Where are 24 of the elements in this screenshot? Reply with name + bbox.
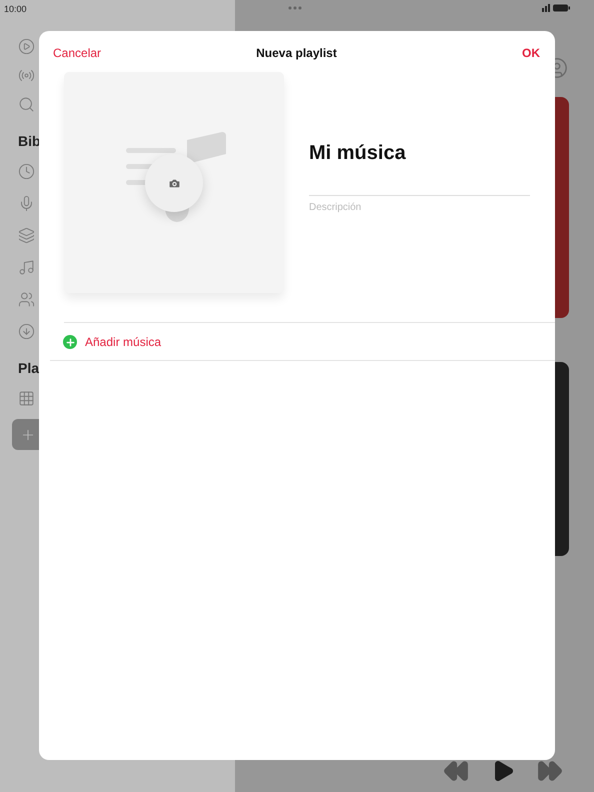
cancel-button[interactable]: Cancelar [53,46,102,60]
music-note-icon[interactable] [18,259,35,276]
add-icon [63,335,77,349]
stack-icon[interactable] [18,227,35,244]
add-music-row[interactable]: Añadir música [50,323,555,361]
radio-icon[interactable] [18,67,35,84]
battery-icon [542,4,570,12]
section-title: Pla [18,360,40,376]
rewind-icon[interactable] [443,758,469,784]
microphone-icon[interactable] [18,195,35,212]
modal-title: Nueva playlist [256,46,337,60]
playlist-name[interactable]: Mi música [309,142,530,196]
search-icon[interactable] [18,96,35,113]
status-time: 10:00 [4,4,28,14]
more-icon [288,6,302,10]
fast-forward-icon[interactable] [537,758,563,784]
grid-icon[interactable] [18,390,35,407]
people-icon[interactable] [18,291,35,308]
section-title: Bib [18,133,42,149]
download-icon[interactable] [18,323,35,340]
camera-icon [168,176,180,190]
clock-icon[interactable] [18,163,35,180]
ok-button[interactable]: OK [522,46,540,60]
play-circle-icon[interactable] [18,38,35,55]
